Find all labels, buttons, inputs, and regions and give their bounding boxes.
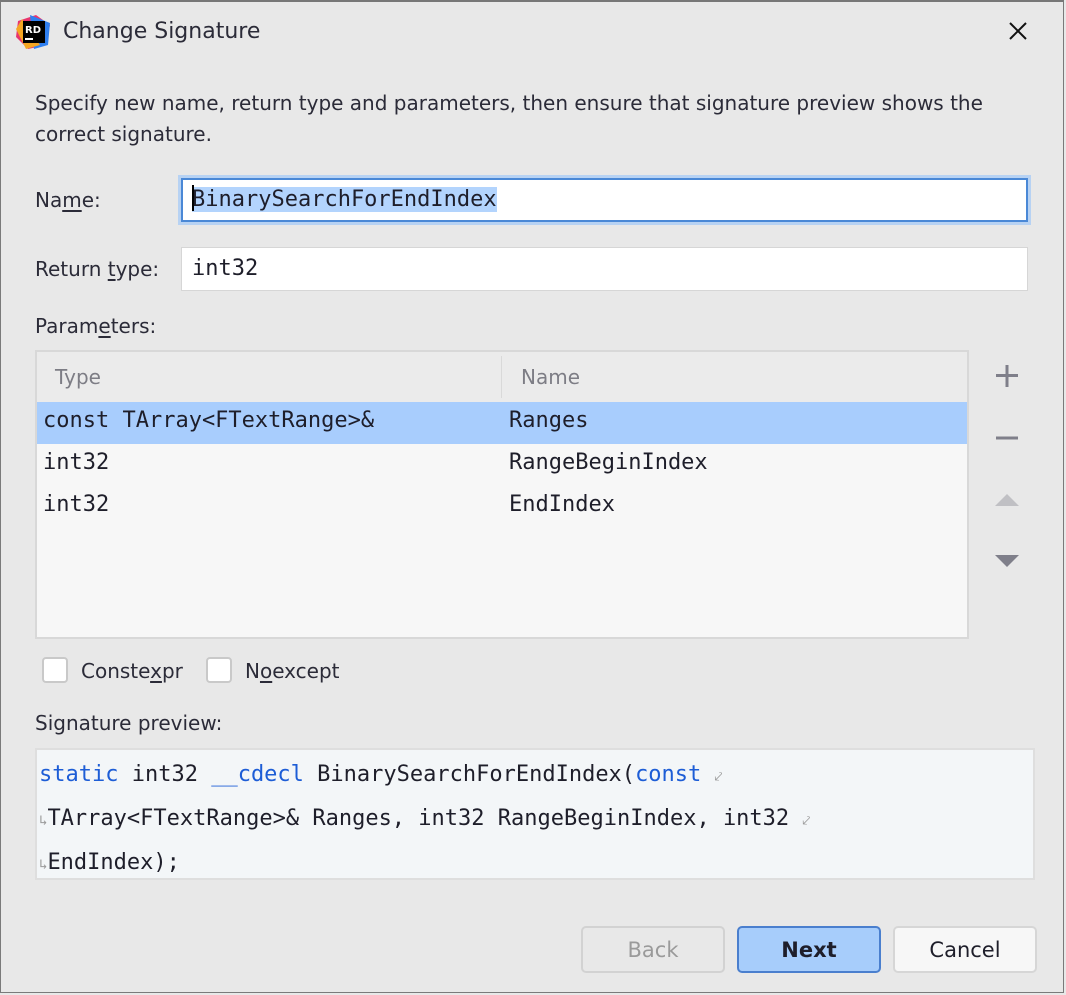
name-label: Name: (35, 188, 101, 212)
text-caret (192, 185, 194, 211)
table-header: Type Name (37, 352, 967, 402)
triangle-up-icon (995, 494, 1019, 506)
next-button[interactable]: Next (737, 926, 881, 973)
add-parameter-button[interactable] (991, 360, 1023, 392)
return-type-input[interactable]: int32 (181, 247, 1028, 291)
code-text: BinarySearchForEndIndex( (303, 762, 636, 787)
table-row[interactable]: const TArray<FTextRange>& Ranges (37, 402, 967, 444)
noexcept-label-text-end: except (272, 659, 340, 683)
name-label-mnemonic: m (62, 188, 82, 212)
signature-preview-label: Signature preview: (35, 711, 223, 735)
param-name[interactable]: RangeBeginIndex (509, 450, 708, 475)
move-up-button[interactable] (991, 484, 1023, 516)
parameters-table[interactable]: Type Name const TArray<FTextRange>& Rang… (35, 350, 969, 639)
code-text: int32 (118, 762, 212, 787)
parameters-label-text-end: ters: (110, 314, 157, 338)
keyword: __cdecl (211, 762, 304, 787)
dialog-title: Change Signature (63, 19, 261, 44)
constexpr-label-text-end: pr (161, 659, 183, 683)
cancel-button[interactable]: Cancel (893, 926, 1037, 973)
return-type-value: int32 (192, 256, 259, 281)
constexpr-label[interactable]: Constexpr (81, 659, 183, 683)
return-type-label-text: Return (35, 257, 108, 281)
preview-line-3: ↳EndIndex); (39, 842, 1033, 886)
change-signature-dialog: RD Change Signature Specify new name, re… (0, 0, 1064, 993)
code-text: EndIndex); (47, 850, 180, 875)
keyword: static (39, 762, 119, 787)
name-input[interactable]: BinarySearchForEndIndex (181, 178, 1028, 222)
move-down-button[interactable] (991, 545, 1023, 577)
back-button[interactable]: Back (581, 926, 725, 973)
param-name[interactable]: EndIndex (509, 492, 615, 517)
noexcept-label-mnemonic: o (259, 659, 273, 683)
constexpr-checkbox[interactable] (42, 657, 68, 683)
logo-text: RD (25, 25, 41, 36)
table-row[interactable]: int32 RangeBeginIndex (37, 444, 967, 486)
table-row[interactable]: int32 EndIndex (37, 486, 967, 528)
rider-logo-icon: RD (16, 15, 50, 49)
constexpr-label-mnemonic: x (150, 659, 162, 683)
parameters-label: Parameters: (35, 314, 156, 338)
column-header-type[interactable]: Type (55, 365, 101, 389)
plus-icon (996, 365, 1018, 387)
name-input-value: BinarySearchForEndIndex (192, 187, 497, 212)
return-type-label-mnemonic: t (107, 257, 116, 281)
soft-wrap-icon: ⤦ (802, 813, 811, 829)
name-label-text-end: e: (81, 188, 101, 212)
return-type-label-text-end: ype: (115, 257, 160, 281)
parameters-label-text: Param (35, 314, 99, 338)
keyword: const (635, 762, 702, 787)
code-text: TArray<FTextRange>& Ranges, int32 RangeB… (47, 806, 790, 831)
signature-preview: static int32 __cdecl BinarySearchForEndI… (35, 748, 1035, 880)
column-header-name[interactable]: Name (521, 365, 580, 389)
title-bar: RD Change Signature (1, 2, 1063, 64)
noexcept-label[interactable]: Noexcept (245, 659, 340, 683)
noexcept-label-text: N (245, 659, 260, 683)
remove-parameter-button[interactable] (991, 422, 1023, 454)
minus-icon (996, 436, 1018, 440)
noexcept-checkbox[interactable] (206, 657, 232, 683)
constexpr-label-text: Conste (81, 659, 151, 683)
param-type[interactable]: int32 (43, 450, 109, 475)
param-type[interactable]: int32 (43, 492, 109, 517)
parameters-label-mnemonic: e (98, 314, 111, 338)
name-label-text: Na (35, 188, 63, 212)
soft-wrap-icon: ⤦ (714, 769, 723, 785)
preview-line-2: ↳TArray<FTextRange>& Ranges, int32 Range… (39, 798, 1033, 842)
return-type-label: Return type: (35, 257, 159, 281)
preview-line-1: static int32 __cdecl BinarySearchForEndI… (39, 754, 1033, 798)
instructions-text: Specify new name, return type and parame… (35, 91, 983, 146)
close-icon[interactable] (1003, 16, 1033, 46)
triangle-down-icon (995, 555, 1019, 567)
param-type[interactable]: const TArray<FTextRange>& (43, 408, 374, 433)
column-divider[interactable] (501, 356, 502, 398)
param-name[interactable]: Ranges (509, 408, 588, 433)
